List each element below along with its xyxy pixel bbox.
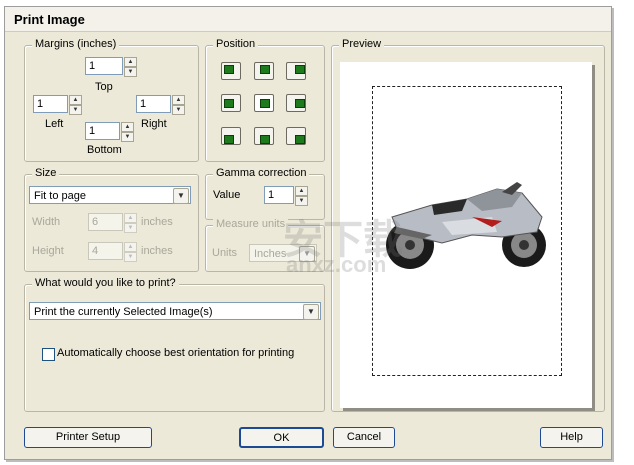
align-bottom-right-icon <box>295 135 305 144</box>
size-legend: Size <box>32 167 60 179</box>
size-mode-value: Fit to page <box>34 190 86 202</box>
print-selection-value: Print the currently Selected Image(s) <box>34 306 213 318</box>
units-label: Units <box>212 247 238 259</box>
position-bottom-center-button[interactable] <box>254 127 274 145</box>
position-legend: Position <box>213 38 259 50</box>
spin-up-icon[interactable]: ▲ <box>295 186 308 196</box>
position-top-right-button[interactable] <box>286 62 306 80</box>
gamma-input[interactable]: 1 <box>264 186 294 204</box>
width-spinner[interactable]: 6 ▲ ▼ <box>88 213 140 233</box>
units-value: Inches <box>254 248 287 260</box>
gamma-arrows[interactable]: ▲ ▼ <box>295 186 308 206</box>
width-label: Width <box>32 216 61 228</box>
margin-top-spinner[interactable]: 1 ▲ ▼ <box>85 57 137 77</box>
position-bottom-right-button[interactable] <box>286 127 306 145</box>
align-bottom-left-icon <box>224 135 234 144</box>
spin-down-icon[interactable]: ▼ <box>172 105 185 115</box>
print-selection-select[interactable]: Print the currently Selected Image(s) ▼ <box>29 302 321 320</box>
margin-left-arrows[interactable]: ▲ ▼ <box>69 95 82 115</box>
align-middle-right-icon <box>295 99 305 108</box>
margin-bottom-input[interactable]: 1 <box>85 122 120 140</box>
margin-bottom-spinner[interactable]: 1 ▲ ▼ <box>85 122 137 142</box>
spin-down-icon[interactable]: ▼ <box>124 223 137 233</box>
chevron-down-icon[interactable]: ▼ <box>303 304 319 320</box>
spin-up-icon[interactable]: ▲ <box>121 122 134 132</box>
spin-down-icon[interactable]: ▼ <box>69 105 82 115</box>
position-middle-left-button[interactable] <box>221 94 241 112</box>
margin-top-arrows[interactable]: ▲ ▼ <box>124 57 137 77</box>
height-unit: inches <box>141 245 173 257</box>
margin-left-label: Left <box>45 118 64 130</box>
help-button[interactable]: Help <box>540 427 603 448</box>
height-arrows[interactable]: ▲ ▼ <box>124 242 137 262</box>
spin-down-icon[interactable]: ▼ <box>124 252 137 262</box>
measure-units-legend: Measure units <box>213 218 289 230</box>
margin-top-input[interactable]: 1 <box>85 57 123 75</box>
cancel-button[interactable]: Cancel <box>333 427 395 448</box>
margin-left-input[interactable]: 1 <box>33 95 68 113</box>
auto-orient-checkbox[interactable] <box>42 348 55 361</box>
size-mode-select[interactable]: Fit to page ▼ <box>29 186 191 204</box>
margin-right-label: Right <box>141 118 167 130</box>
height-spinner[interactable]: 4 ▲ ▼ <box>88 242 140 262</box>
dialog-title: Print Image <box>14 12 85 27</box>
margin-right-arrows[interactable]: ▲ ▼ <box>172 95 185 115</box>
spin-up-icon[interactable]: ▲ <box>124 57 137 67</box>
margin-left-spinner[interactable]: 1 ▲ ▼ <box>33 95 85 115</box>
margins-legend: Margins (inches) <box>32 38 120 50</box>
margin-top-label: Top <box>95 81 113 93</box>
width-input[interactable]: 6 <box>88 213 123 231</box>
margin-bottom-arrows[interactable]: ▲ ▼ <box>121 122 134 142</box>
position-top-left-button[interactable] <box>221 62 241 80</box>
margin-right-input[interactable]: 1 <box>136 95 171 113</box>
spin-up-icon[interactable]: ▲ <box>124 242 137 252</box>
gamma-legend: Gamma correction <box>213 167 310 179</box>
position-bottom-left-button[interactable] <box>221 127 241 145</box>
print-what-legend: What would you like to print? <box>32 277 179 289</box>
spin-up-icon[interactable]: ▲ <box>69 95 82 105</box>
align-bottom-center-icon <box>260 135 270 144</box>
align-top-left-icon <box>224 65 234 74</box>
margin-right-spinner[interactable]: 1 ▲ ▼ <box>136 95 188 115</box>
gamma-value-label: Value <box>213 189 241 201</box>
spin-down-icon[interactable]: ▼ <box>295 196 308 206</box>
position-center-button[interactable] <box>254 94 274 112</box>
print-what-group: What would you like to print? Print the … <box>24 277 325 412</box>
align-middle-left-icon <box>224 99 234 108</box>
margins-group: Margins (inches) 1 ▲ ▼ Top 1 ▲ ▼ Left 1 ▲ ▼… <box>24 38 199 162</box>
height-label: Height <box>32 245 64 257</box>
height-input[interactable]: 4 <box>88 242 123 260</box>
spin-up-icon[interactable]: ▲ <box>172 95 185 105</box>
align-top-center-icon <box>260 65 270 74</box>
size-group: Size Fit to page ▼ Width 6 ▲ ▼ inches Hei… <box>24 167 199 272</box>
width-arrows[interactable]: ▲ ▼ <box>124 213 137 233</box>
printer-setup-button[interactable]: Printer Setup <box>24 427 152 448</box>
align-center-icon <box>260 99 270 108</box>
spin-up-icon[interactable]: ▲ <box>124 213 137 223</box>
watermark-subtext: anxz.com <box>286 252 387 277</box>
chevron-down-icon[interactable]: ▼ <box>173 188 189 204</box>
width-unit: inches <box>141 216 173 228</box>
ok-button[interactable]: OK <box>239 427 324 448</box>
position-middle-right-button[interactable] <box>286 94 306 112</box>
title-bar: Print Image <box>5 7 611 32</box>
auto-orient-label[interactable]: Automatically choose best orientation fo… <box>57 347 294 359</box>
spin-down-icon[interactable]: ▼ <box>124 67 137 77</box>
align-top-right-icon <box>295 65 305 74</box>
position-group: Position <box>205 38 325 162</box>
spin-down-icon[interactable]: ▼ <box>121 132 134 142</box>
position-top-center-button[interactable] <box>254 62 274 80</box>
margin-bottom-label: Bottom <box>87 144 122 156</box>
preview-legend: Preview <box>339 38 385 50</box>
gamma-spinner[interactable]: 1 ▲ ▼ <box>264 186 310 206</box>
